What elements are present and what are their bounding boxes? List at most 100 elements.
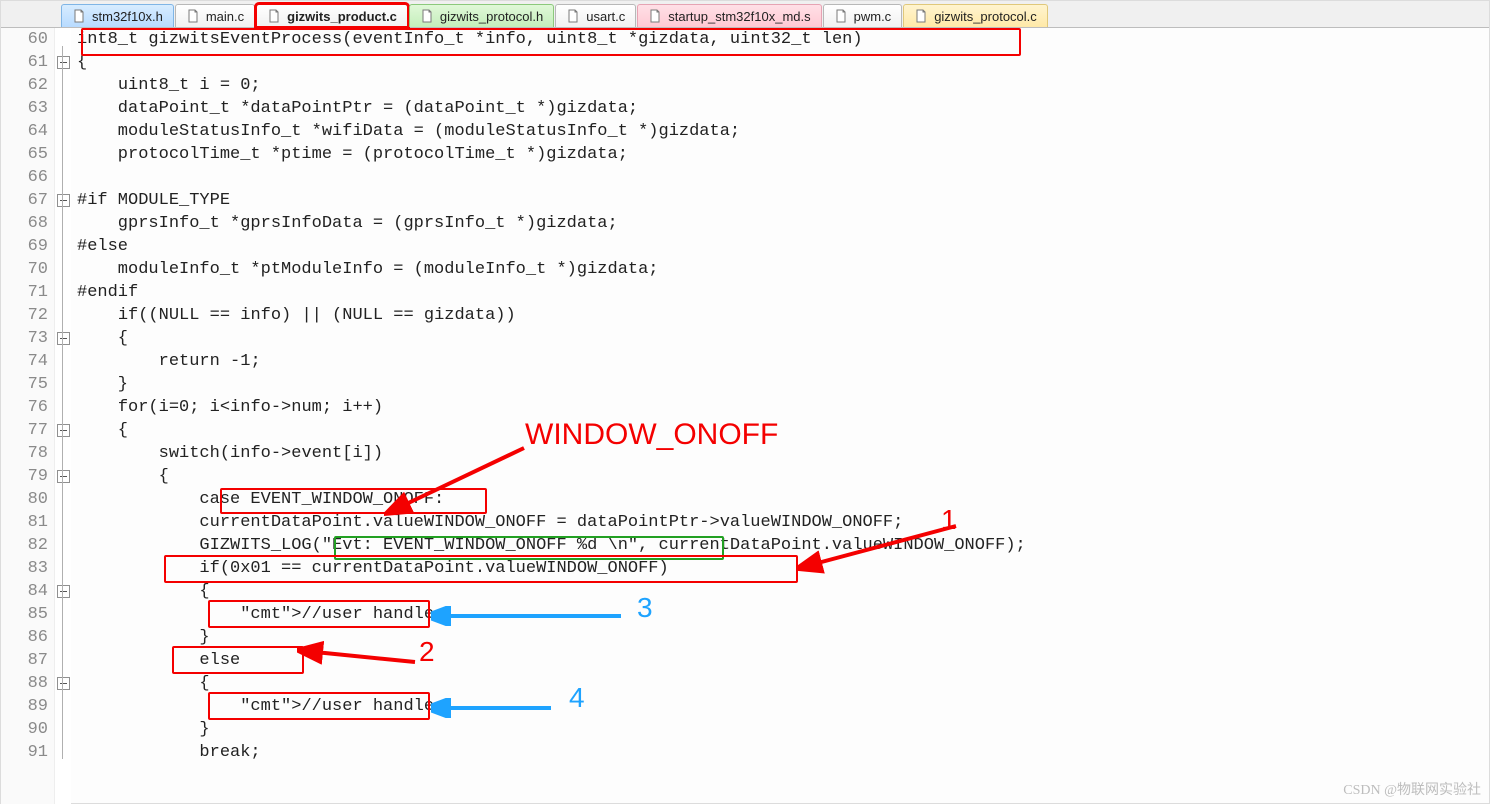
code-line-62[interactable]: uint8_t i = 0;: [77, 74, 1489, 97]
code-line-83[interactable]: if(0x01 == currentDataPoint.valueWINDOW_…: [77, 557, 1489, 580]
code-line-63[interactable]: dataPoint_t *dataPointPtr = (dataPoint_t…: [77, 97, 1489, 120]
code-line-89[interactable]: "cmt">//user handle: [77, 695, 1489, 718]
fold-margin[interactable]: [55, 28, 71, 804]
file-icon: [267, 9, 281, 23]
code-line-84[interactable]: {: [77, 580, 1489, 603]
linenum-86: 86: [1, 626, 48, 649]
tab-label: gizwits_protocol.c: [934, 9, 1037, 24]
code-line-71[interactable]: #endif: [77, 281, 1489, 304]
linenum-62: 62: [1, 74, 48, 97]
code-line-76[interactable]: for(i=0; i<info->num; i++): [77, 396, 1489, 419]
linenum-89: 89: [1, 695, 48, 718]
line-number-gutter: 6061626364656667686970717273747576777879…: [1, 28, 55, 804]
linenum-78: 78: [1, 442, 48, 465]
linenum-70: 70: [1, 258, 48, 281]
linenum-69: 69: [1, 235, 48, 258]
fold-toggle[interactable]: [57, 677, 70, 690]
code-editor[interactable]: 6061626364656667686970717273747576777879…: [1, 28, 1489, 804]
tab-main-c[interactable]: main.c: [175, 4, 255, 27]
linenum-82: 82: [1, 534, 48, 557]
code-line-88[interactable]: {: [77, 672, 1489, 695]
tab-gizwits_protocol-h[interactable]: gizwits_protocol.h: [409, 4, 554, 27]
tab-gizwits_product-c[interactable]: gizwits_product.c: [256, 4, 408, 27]
linenum-72: 72: [1, 304, 48, 327]
linenum-79: 79: [1, 465, 48, 488]
code-line-68[interactable]: gprsInfo_t *gprsInfoData = (gprsInfo_t *…: [77, 212, 1489, 235]
code-line-78[interactable]: switch(info->event[i]): [77, 442, 1489, 465]
tab-bar: stm32f10x.h main.c gizwits_product.c gizwit…: [1, 1, 1489, 28]
code-line-80[interactable]: case EVENT_WINDOW_ONOFF:: [77, 488, 1489, 511]
code-line-67[interactable]: #if MODULE_TYPE: [77, 189, 1489, 212]
linenum-63: 63: [1, 97, 48, 120]
linenum-85: 85: [1, 603, 48, 626]
code-line-82[interactable]: GIZWITS_LOG("Evt: EVENT_WINDOW_ONOFF %d …: [77, 534, 1489, 557]
watermark: CSDN @物联网实验社: [1343, 779, 1481, 799]
code-line-69[interactable]: #else: [77, 235, 1489, 258]
tab-label: main.c: [206, 9, 244, 24]
code-line-85[interactable]: "cmt">//user handle: [77, 603, 1489, 626]
file-icon: [72, 9, 86, 23]
app-root: stm32f10x.h main.c gizwits_product.c gizwit…: [0, 0, 1490, 804]
code-line-65[interactable]: protocolTime_t *ptime = (protocolTime_t …: [77, 143, 1489, 166]
file-icon: [648, 9, 662, 23]
code-line-91[interactable]: break;: [77, 741, 1489, 764]
linenum-74: 74: [1, 350, 48, 373]
file-icon: [914, 9, 928, 23]
code-line-87[interactable]: else: [77, 649, 1489, 672]
linenum-90: 90: [1, 718, 48, 741]
fold-toggle[interactable]: [57, 585, 70, 598]
linenum-77: 77: [1, 419, 48, 442]
tab-label: usart.c: [586, 9, 625, 24]
code-line-77[interactable]: {: [77, 419, 1489, 442]
tab-usart-c[interactable]: usart.c: [555, 4, 636, 27]
code-line-74[interactable]: return -1;: [77, 350, 1489, 373]
tab-pwm-c[interactable]: pwm.c: [823, 4, 903, 27]
code-line-75[interactable]: }: [77, 373, 1489, 396]
code-line-86[interactable]: }: [77, 626, 1489, 649]
tab-label: pwm.c: [854, 9, 892, 24]
linenum-83: 83: [1, 557, 48, 580]
fold-toggle[interactable]: [57, 332, 70, 345]
linenum-84: 84: [1, 580, 48, 603]
linenum-80: 80: [1, 488, 48, 511]
file-icon: [186, 9, 200, 23]
linenum-91: 91: [1, 741, 48, 764]
file-icon: [566, 9, 580, 23]
linenum-73: 73: [1, 327, 48, 350]
fold-toggle[interactable]: [57, 194, 70, 207]
tab-label: startup_stm32f10x_md.s: [668, 9, 810, 24]
fold-toggle[interactable]: [57, 424, 70, 437]
code-line-70[interactable]: moduleInfo_t *ptModuleInfo = (moduleInfo…: [77, 258, 1489, 281]
code-line-81[interactable]: currentDataPoint.valueWINDOW_ONOFF = dat…: [77, 511, 1489, 534]
code-line-60[interactable]: int8_t gizwitsEventProcess(eventInfo_t *…: [77, 28, 1489, 51]
tab-label: gizwits_product.c: [287, 9, 397, 24]
file-icon: [420, 9, 434, 23]
linenum-81: 81: [1, 511, 48, 534]
code-line-90[interactable]: }: [77, 718, 1489, 741]
linenum-88: 88: [1, 672, 48, 695]
tab-label: stm32f10x.h: [92, 9, 163, 24]
code-line-64[interactable]: moduleStatusInfo_t *wifiData = (moduleSt…: [77, 120, 1489, 143]
linenum-76: 76: [1, 396, 48, 419]
tab-label: gizwits_protocol.h: [440, 9, 543, 24]
linenum-66: 66: [1, 166, 48, 189]
linenum-61: 61: [1, 51, 48, 74]
linenum-68: 68: [1, 212, 48, 235]
code-line-79[interactable]: {: [77, 465, 1489, 488]
fold-toggle[interactable]: [57, 470, 70, 483]
linenum-64: 64: [1, 120, 48, 143]
tab-startup_stm32f10x_md-s[interactable]: startup_stm32f10x_md.s: [637, 4, 821, 27]
code-area[interactable]: int8_t gizwitsEventProcess(eventInfo_t *…: [71, 28, 1489, 804]
linenum-60: 60: [1, 28, 48, 51]
linenum-75: 75: [1, 373, 48, 396]
fold-toggle[interactable]: [57, 56, 70, 69]
code-line-61[interactable]: {: [77, 51, 1489, 74]
linenum-71: 71: [1, 281, 48, 304]
file-icon: [834, 9, 848, 23]
code-line-66[interactable]: [77, 166, 1489, 189]
linenum-67: 67: [1, 189, 48, 212]
code-line-72[interactable]: if((NULL == info) || (NULL == gizdata)): [77, 304, 1489, 327]
tab-gizwits_protocol-c[interactable]: gizwits_protocol.c: [903, 4, 1048, 27]
code-line-73[interactable]: {: [77, 327, 1489, 350]
tab-stm32f10x-h[interactable]: stm32f10x.h: [61, 4, 174, 27]
